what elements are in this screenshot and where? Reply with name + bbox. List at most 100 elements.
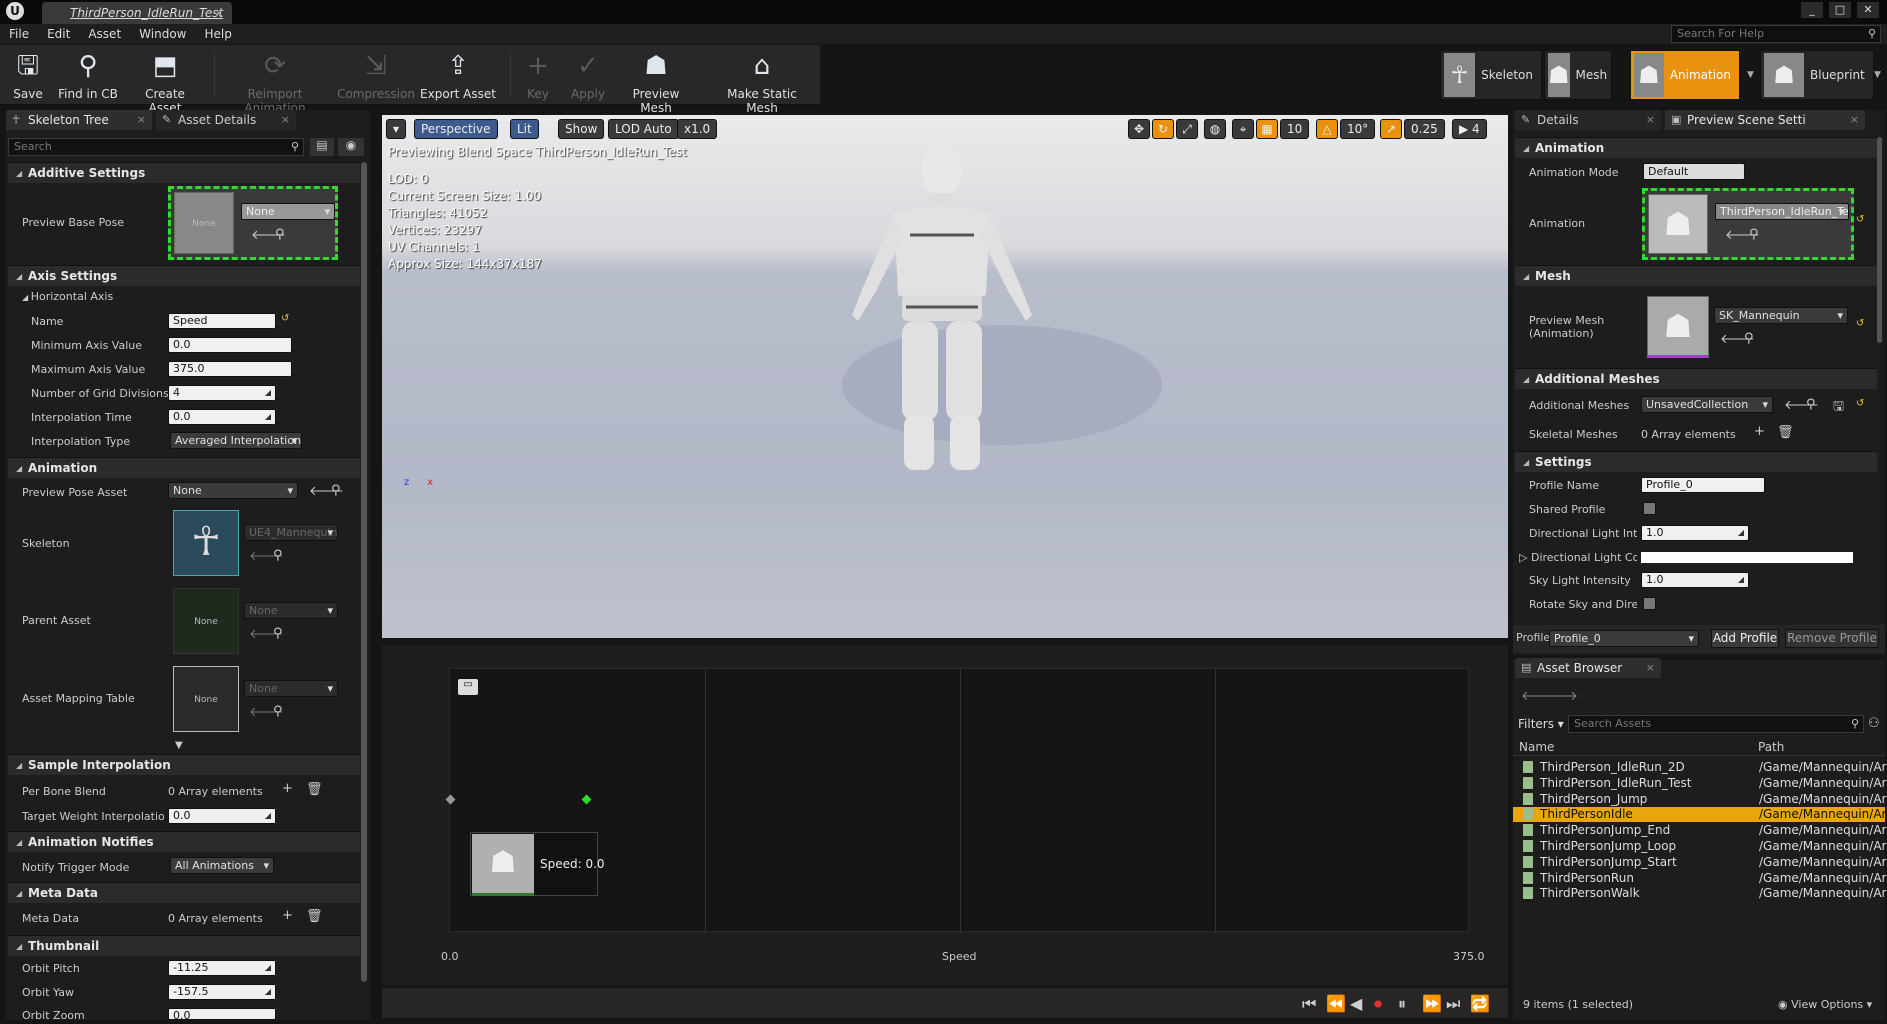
section-settings[interactable]: Settings [1515,451,1877,473]
axis-name-field[interactable]: Speed [168,313,276,329]
notify-trigger-mode-combo[interactable]: All Animations [170,857,274,874]
asset-row[interactable]: ThirdPersonWalk/Game/Mannequin/Ar [1513,886,1886,901]
details-scrollbar[interactable] [1877,137,1882,343]
animation-mode-combo[interactable]: Default [1643,163,1745,180]
horizontal-axis-subsection[interactable]: ◢ Horizontal Axis [12,290,113,303]
shared-profile-checkbox[interactable] [1643,502,1656,515]
mode-skeleton-button[interactable]: ☥ Skeleton [1440,50,1542,100]
play-reverse-icon[interactable]: ◀ [1350,994,1362,1013]
trash-icon[interactable]: 🗑 [306,782,323,797]
orbit-zoom-field[interactable]: 0.0 [168,1008,276,1020]
skeleton-combo[interactable]: UE4_Mannequin [244,524,338,541]
section-additional-meshes[interactable]: Additional Meshes [1515,368,1877,390]
browse-search-icon[interactable]: ⚲ [273,626,283,641]
preview-point[interactable] [581,794,592,805]
section-additive-settings[interactable]: Additive Settings [8,162,360,184]
remove-profile-button[interactable]: Remove Profile [1785,629,1879,648]
asset-row[interactable]: ThirdPersonJump_Start/Game/Mannequin/Ar [1513,855,1886,870]
toggle-options-icon[interactable]: ▭ [458,679,478,695]
forward-arrow-icon[interactable]: 🡒 [1543,688,1578,704]
browse-search-icon[interactable]: ⚲ [1806,397,1816,412]
section-animation-notifies[interactable]: Animation Notifies [8,831,360,853]
section-meta-data[interactable]: Meta Data [8,882,360,904]
browse-search-icon[interactable]: ⚲ [273,548,283,563]
close-icon[interactable]: × [281,110,290,130]
view-list-icon[interactable]: ▤ [310,138,334,156]
directional-light-color-swatch[interactable] [1641,552,1853,563]
skip-to-start-icon[interactable]: ⏮ [1302,994,1316,1014]
tab-asset-browser[interactable]: ▤ Asset Browser × [1515,658,1661,678]
column-name-header[interactable]: Name [1519,740,1554,754]
close-icon[interactable]: × [1646,110,1655,130]
make-static-mesh-button[interactable]: ⌂ Make Static Mesh [712,47,812,115]
expand-arrow-icon[interactable]: ▷ [1519,551,1531,564]
profile-name-field[interactable]: Profile_0 [1641,477,1765,493]
user-icon[interactable]: ⚇ [1868,716,1880,731]
document-tab[interactable]: ThirdPerson_IdleRun_Test × [42,2,232,24]
add-element-plus-icon[interactable]: + [282,908,293,923]
directional-light-intensity-field[interactable]: 1.0 [1641,525,1749,541]
filters-button[interactable]: Filters ▾ [1518,717,1564,731]
tab-preview-scene-settings[interactable]: ▣ Preview Scene Setti × [1665,110,1865,130]
asset-row[interactable]: ThirdPersonIdle/Game/Mannequin/Ar [1513,807,1886,823]
rotate-sky-checkbox[interactable] [1643,597,1656,610]
asset-search-input[interactable]: Search Assets ⚲ [1568,715,1864,733]
tab-details[interactable]: ✎ Details × [1515,110,1661,130]
section-animation[interactable]: Animation [8,457,360,479]
asset-row[interactable]: ThirdPerson_IdleRun_Test/Game/Mannequin/… [1513,776,1886,791]
apply-button[interactable]: ✓ Apply [566,47,610,103]
trash-icon[interactable]: 🗑 [306,909,323,924]
asset-row[interactable]: ThirdPersonJump_End/Game/Mannequin/Ar [1513,823,1886,838]
mode-blueprint-dropdown-icon[interactable]: ▼ [1874,70,1881,80]
close-icon[interactable]: × [1850,110,1859,130]
grid-divisions-field[interactable]: 4 [168,385,276,401]
record-icon[interactable]: ⏺ [1374,994,1382,1014]
browse-search-icon[interactable]: ⚲ [1749,227,1759,242]
column-path-header[interactable]: Path [1758,740,1784,754]
browse-search-icon[interactable]: ⚲ [1744,331,1754,346]
mode-animation-dropdown-icon[interactable]: ▼ [1747,70,1754,80]
orbit-pitch-field[interactable]: -11.25 [168,960,276,976]
eye-icon[interactable]: ◉ [338,138,364,156]
reset-arrow-icon[interactable]: ↺ [1856,214,1864,225]
maximize-button[interactable]: □ [1829,2,1851,18]
pause-icon[interactable]: ⏸ [1398,994,1406,1014]
mode-blueprint-button[interactable]: ☗ Blueprint [1760,50,1874,100]
browse-search-icon[interactable]: ⚲ [275,227,285,242]
compression-button[interactable]: ⇲ Compression [336,47,416,103]
tab-asset-details[interactable]: ✎ Asset Details × [156,110,296,130]
details-scrollbar[interactable] [361,162,367,982]
save-icon[interactable]: 🖫 [1833,397,1844,419]
help-search-input[interactable]: Search For Help ⚲ [1671,25,1881,43]
menu-edit[interactable]: Edit [38,27,79,41]
asset-mapping-combo[interactable]: None [244,680,338,697]
asset-row[interactable]: ThirdPerson_Jump/Game/Mannequin/Ar [1513,792,1886,807]
mode-mesh-button[interactable]: ☗ Mesh [1544,50,1612,100]
section-thumbnail[interactable]: Thumbnail [8,935,360,957]
preview-pose-asset-combo[interactable]: None [168,482,298,499]
menu-asset[interactable]: Asset [79,27,130,41]
menu-file[interactable]: File [0,27,38,41]
section-sample-interpolation[interactable]: Sample Interpolation [8,754,360,776]
export-asset-button[interactable]: ⇪ Export Asset [420,47,496,103]
additional-meshes-combo[interactable]: UnsavedCollection [1641,396,1773,413]
orbit-yaw-field[interactable]: -157.5 [168,984,276,1000]
view-options-button[interactable]: ◉ View Options ▾ [1778,998,1872,1011]
step-back-icon[interactable]: ⏪ [1326,994,1346,1013]
step-forward-icon[interactable]: ⏩ [1422,994,1442,1013]
minimize-button[interactable]: _ [1801,2,1823,18]
reset-arrow-icon[interactable]: ↺ [1856,318,1864,329]
menu-help[interactable]: Help [195,27,240,41]
add-profile-button[interactable]: Add Profile [1711,629,1779,648]
expand-advanced-icon[interactable]: ▼ [175,740,183,751]
blend-space-grid[interactable]: ▭ ☗ Speed: 0.0 [445,668,1469,933]
preview-base-pose-combo[interactable]: None [241,203,335,220]
preview-mesh-combo[interactable]: SK_Mannequin [1714,307,1848,324]
browse-search-icon[interactable]: ⚲ [273,704,283,719]
add-element-plus-icon[interactable]: + [1754,424,1765,439]
close-icon[interactable]: × [214,2,224,24]
parent-asset-combo[interactable]: None [244,602,338,619]
reset-arrow-icon[interactable]: ↺ [1856,398,1864,409]
reimport-animation-button[interactable]: ⟳ Reimport Animation [220,47,330,115]
find-in-cb-button[interactable]: ⚲ Find in CB [56,47,120,103]
